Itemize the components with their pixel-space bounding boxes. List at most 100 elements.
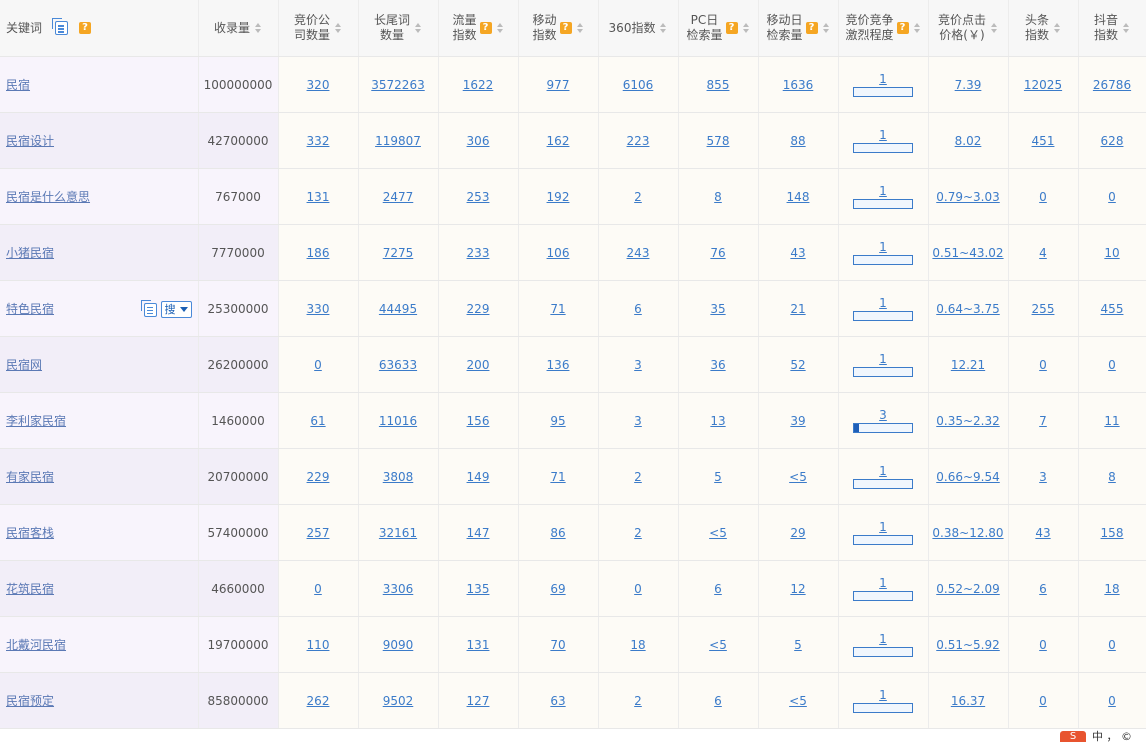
- mobile-daily-link[interactable]: 29: [790, 526, 805, 540]
- input-method-icon[interactable]: S: [1060, 731, 1086, 742]
- pc-daily-link[interactable]: 6: [714, 582, 722, 596]
- sort-icon[interactable]: [1054, 23, 1061, 33]
- keyword-link[interactable]: 北戴河民宿: [6, 638, 66, 652]
- toutiao-link[interactable]: 3: [1039, 470, 1047, 484]
- 360-index-link[interactable]: 2: [634, 470, 642, 484]
- sort-icon[interactable]: [913, 23, 921, 33]
- toutiao-link[interactable]: 0: [1039, 638, 1047, 652]
- flow-link[interactable]: 156: [467, 414, 490, 428]
- flow-link[interactable]: 229: [467, 302, 490, 316]
- competition-link[interactable]: 1: [853, 184, 913, 198]
- mobile-link[interactable]: 106: [547, 246, 570, 260]
- cpc-link[interactable]: 0.66~9.54: [936, 470, 1000, 484]
- competition-link[interactable]: 1: [853, 520, 913, 534]
- flow-link[interactable]: 1622: [463, 78, 494, 92]
- douyin-link[interactable]: 0: [1108, 638, 1116, 652]
- longtail-link[interactable]: 63633: [379, 358, 417, 372]
- help-icon[interactable]: ?: [559, 22, 572, 34]
- bid-company-link[interactable]: 330: [307, 302, 330, 316]
- flow-link[interactable]: 147: [467, 526, 490, 540]
- floating-badge[interactable]: S 中 ， ©: [1060, 731, 1132, 742]
- toutiao-link[interactable]: 0: [1039, 694, 1047, 708]
- cpc-link[interactable]: 0.51~43.02: [932, 246, 1003, 260]
- flow-link[interactable]: 131: [467, 638, 490, 652]
- mobile-link[interactable]: 71: [550, 470, 565, 484]
- competition-link[interactable]: 1: [853, 240, 913, 254]
- douyin-link[interactable]: 18: [1104, 582, 1119, 596]
- flow-link[interactable]: 200: [467, 358, 490, 372]
- competition-link[interactable]: 1: [853, 576, 913, 590]
- bid-company-link[interactable]: 332: [307, 134, 330, 148]
- mobile-link[interactable]: 192: [547, 190, 570, 204]
- copy-icon[interactable]: [52, 18, 69, 35]
- mobile-daily-link[interactable]: 12: [790, 582, 805, 596]
- toutiao-link[interactable]: 0: [1039, 358, 1047, 372]
- sort-icon[interactable]: [496, 23, 504, 33]
- 360-index-link[interactable]: 6106: [623, 78, 654, 92]
- competition-link[interactable]: 1: [853, 352, 913, 366]
- mobile-daily-link[interactable]: <5: [789, 470, 807, 484]
- header-cpc[interactable]: 竞价点击 价格(￥): [928, 0, 1009, 57]
- keyword-link[interactable]: 民宿网: [6, 358, 42, 372]
- douyin-link[interactable]: 455: [1101, 302, 1124, 316]
- douyin-link[interactable]: 11: [1104, 414, 1119, 428]
- bid-company-link[interactable]: 110: [307, 638, 330, 652]
- douyin-link[interactable]: 10: [1104, 246, 1119, 260]
- bid-company-link[interactable]: 257: [307, 526, 330, 540]
- 360-index-link[interactable]: 3: [634, 414, 642, 428]
- flow-link[interactable]: 306: [467, 134, 490, 148]
- douyin-link[interactable]: 628: [1101, 134, 1124, 148]
- competition-link[interactable]: 3: [853, 408, 913, 422]
- bid-company-link[interactable]: 186: [307, 246, 330, 260]
- flow-link[interactable]: 253: [467, 190, 490, 204]
- mobile-link[interactable]: 63: [550, 694, 565, 708]
- flow-link[interactable]: 149: [467, 470, 490, 484]
- header-douyin[interactable]: 抖音 指数: [1078, 0, 1146, 57]
- bid-company-link[interactable]: 320: [307, 78, 330, 92]
- mobile-link[interactable]: 977: [547, 78, 570, 92]
- cpc-link[interactable]: 0.52~2.09: [936, 582, 1000, 596]
- longtail-link[interactable]: 11016: [379, 414, 417, 428]
- bid-company-link[interactable]: 262: [307, 694, 330, 708]
- douyin-link[interactable]: 158: [1101, 526, 1124, 540]
- toutiao-link[interactable]: 4: [1039, 246, 1047, 260]
- flow-link[interactable]: 127: [467, 694, 490, 708]
- pc-daily-link[interactable]: 13: [710, 414, 725, 428]
- bid-company-link[interactable]: 229: [307, 470, 330, 484]
- longtail-link[interactable]: 7275: [383, 246, 414, 260]
- mobile-daily-link[interactable]: 148: [787, 190, 810, 204]
- help-icon[interactable]: ?: [725, 22, 738, 34]
- toutiao-link[interactable]: 0: [1039, 190, 1047, 204]
- 360-index-link[interactable]: 6: [634, 302, 642, 316]
- longtail-link[interactable]: 44495: [379, 302, 417, 316]
- keyword-link[interactable]: 特色民宿: [6, 302, 54, 316]
- toutiao-link[interactable]: 6: [1039, 582, 1047, 596]
- pc-daily-link[interactable]: 35: [710, 302, 725, 316]
- longtail-link[interactable]: 3572263: [371, 78, 424, 92]
- help-icon[interactable]: ?: [805, 22, 818, 34]
- mobile-link[interactable]: 70: [550, 638, 565, 652]
- sort-icon[interactable]: [822, 23, 830, 33]
- sort-icon[interactable]: [415, 23, 422, 33]
- cpc-link[interactable]: 16.37: [951, 694, 985, 708]
- douyin-link[interactable]: 0: [1108, 694, 1116, 708]
- 360-index-link[interactable]: 18: [630, 638, 645, 652]
- mobile-daily-link[interactable]: 5: [794, 638, 802, 652]
- toutiao-link[interactable]: 43: [1035, 526, 1050, 540]
- sort-icon[interactable]: [1123, 23, 1130, 33]
- bid-company-link[interactable]: 0: [314, 582, 322, 596]
- header-shoulu[interactable]: 收录量: [198, 0, 279, 57]
- competition-link[interactable]: 1: [853, 72, 913, 86]
- header-toutiao[interactable]: 头条 指数: [1008, 0, 1079, 57]
- mobile-daily-link[interactable]: 88: [790, 134, 805, 148]
- keyword-link[interactable]: 花筑民宿: [6, 582, 54, 596]
- pc-daily-link[interactable]: 6: [714, 694, 722, 708]
- toutiao-link[interactable]: 12025: [1024, 78, 1062, 92]
- longtail-link[interactable]: 9502: [383, 694, 414, 708]
- pc-daily-link[interactable]: 855: [707, 78, 730, 92]
- mobile-daily-link[interactable]: 43: [790, 246, 805, 260]
- toutiao-link[interactable]: 255: [1032, 302, 1055, 316]
- pc-daily-link[interactable]: 5: [714, 470, 722, 484]
- competition-link[interactable]: 1: [853, 296, 913, 310]
- douyin-link[interactable]: 8: [1108, 470, 1116, 484]
